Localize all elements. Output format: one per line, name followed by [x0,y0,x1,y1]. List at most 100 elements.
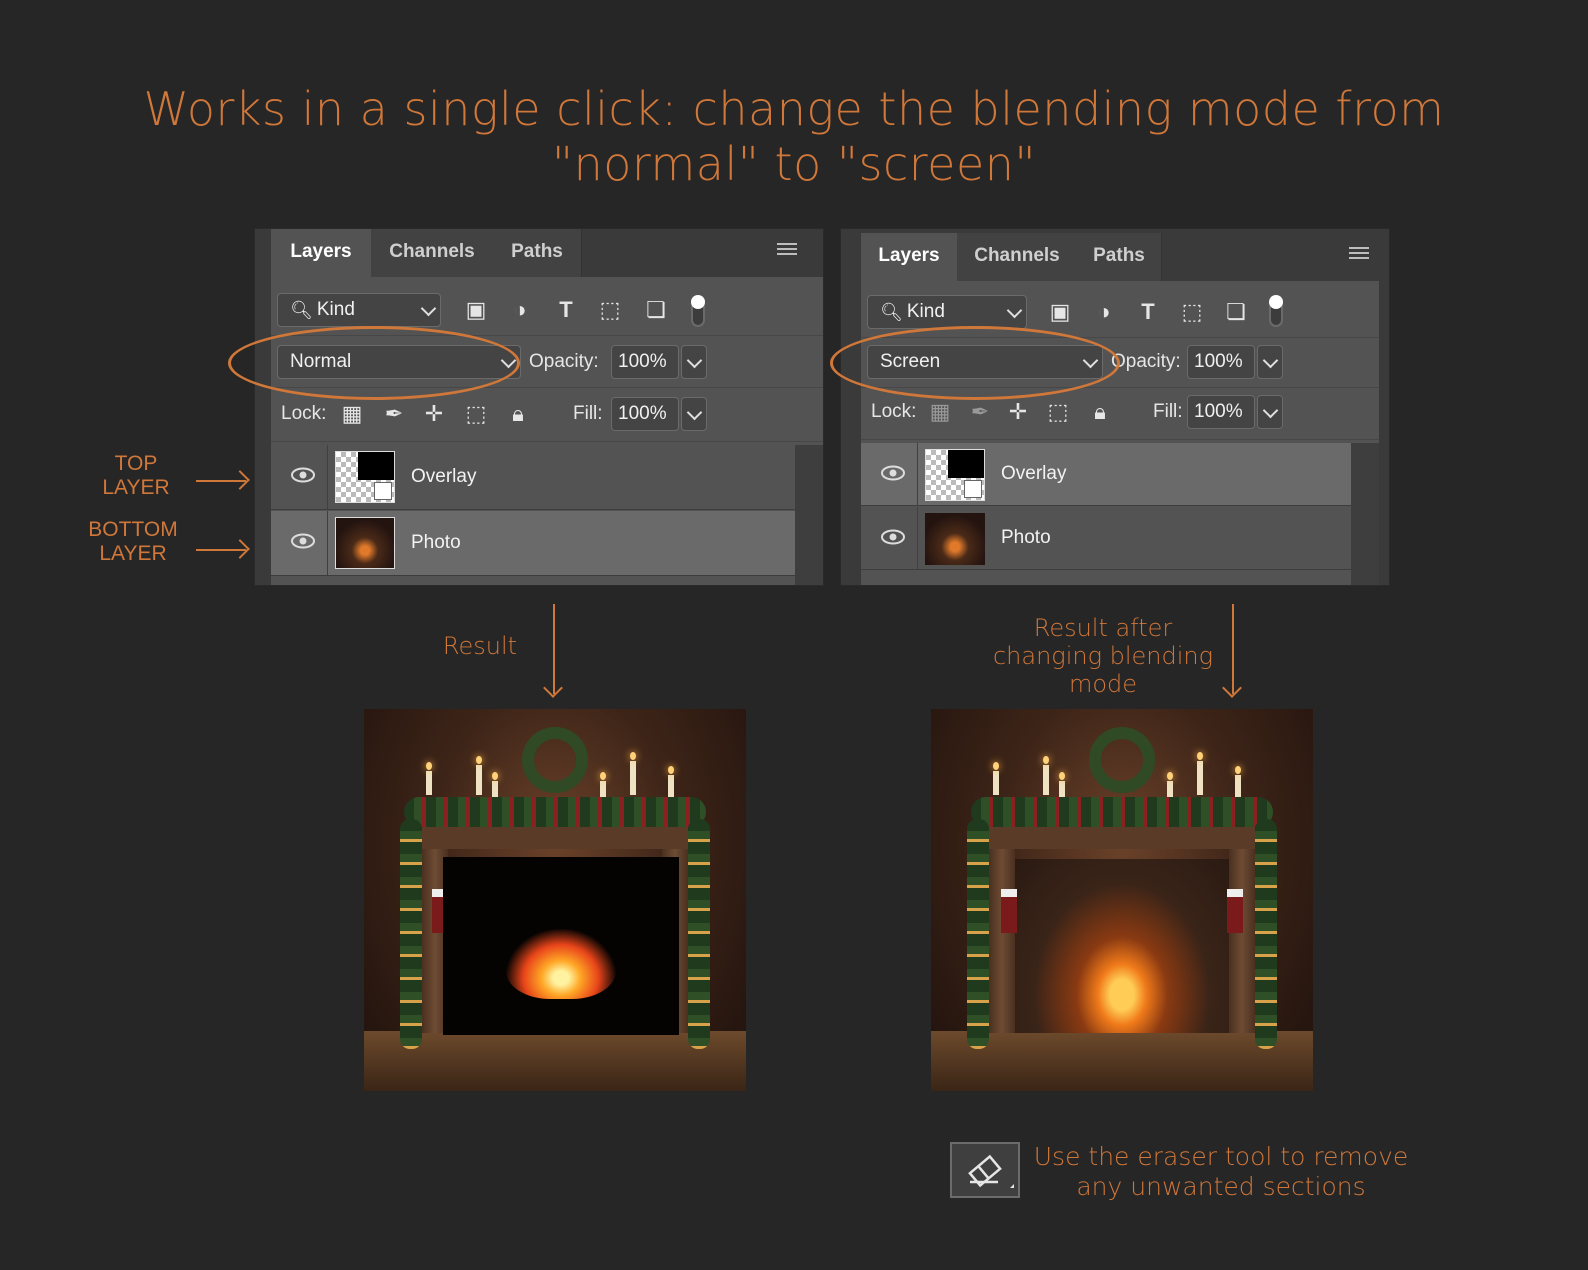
shape-filter-icon[interactable]: ⬚ [1179,299,1205,325]
bottom-layer-arrow [196,549,246,551]
layers-panel-left: Layers Channels Paths 🔍︎ Kind ▣ ◑ T ⬚ ❏ N… [254,228,824,586]
highlight-ellipse-screen [830,326,1120,400]
scrollbar[interactable] [1351,443,1379,585]
layer-thumbnail [925,449,985,501]
tab-channels[interactable]: Channels [371,229,494,277]
lock-artboard-icon[interactable]: ⬚ [1045,399,1071,425]
opacity-dropdown[interactable] [681,345,707,379]
type-filter-icon[interactable]: T [553,297,579,323]
lock-all-icon[interactable]: 🔒︎ [505,401,531,427]
lock-brush-icon[interactable]: ✒ [967,399,993,425]
lock-label: Lock: [281,403,327,424]
separator [327,511,328,575]
headline-line-1: Works in a single click: change the blen… [143,82,1445,136]
panel-tabs: Layers Channels Paths [255,229,823,277]
image-filter-icon[interactable]: ▣ [463,297,489,323]
layer-row-photo[interactable]: Photo [271,511,795,576]
fill-dropdown[interactable] [681,397,707,431]
filter-toggle-icon[interactable] [1269,295,1283,327]
lock-pixels-icon[interactable]: ▦ [927,399,953,425]
result-after-caption: Result after changing blending mode [980,614,1226,698]
lock-pixels-icon[interactable]: ▦ [339,401,365,427]
tab-paths[interactable]: Paths [1077,233,1162,281]
headline: Works in a single click: change the blen… [0,82,1588,192]
layer-thumbnail [925,513,985,565]
shape-filter-icon[interactable]: ⬚ [597,297,623,323]
layer-row-overlay[interactable]: Overlay [271,445,795,510]
fill-value: 100% [1194,401,1243,422]
chevron-down-icon [420,300,437,317]
opacity-value: 100% [618,351,667,372]
lock-move-icon[interactable]: ✛ [421,401,447,427]
opacity-dropdown[interactable] [1257,345,1283,379]
top-layer-label: TOP LAYER [94,452,178,500]
eraser-icon [968,1154,1014,1188]
panel-body: 🔍︎ Kind ▣ ◑ T ⬚ ❏ Normal Opacity: 100% Lo… [271,277,823,585]
image-filter-icon[interactable]: ▣ [1047,299,1073,325]
fill-input[interactable]: 100% [1187,395,1255,429]
kind-filter-select[interactable]: 🔍︎ Kind [277,293,441,327]
fill-dropdown[interactable] [1257,395,1283,429]
chevron-down-icon [1006,302,1023,319]
opacity-input[interactable]: 100% [1187,345,1255,379]
search-icon: 🔍︎ [290,299,313,320]
tab-paths[interactable]: Paths [493,229,582,277]
opacity-input[interactable]: 100% [611,345,679,379]
result-image-screen [931,709,1313,1091]
lock-move-icon[interactable]: ✛ [1005,399,1031,425]
headline-line-2: "normal" to "screen" [551,137,1037,191]
chevron-down-icon [686,404,703,421]
eye-icon[interactable] [881,465,905,481]
separator [917,507,918,569]
adjustment-filter-icon[interactable]: ◑ [507,297,533,323]
bottom-layer-label-line-1: BOTTOM [88,518,178,541]
panel-menu-icon[interactable] [1349,247,1369,261]
layer-row-photo[interactable]: Photo [861,507,1351,570]
overlay-black-area [443,857,679,1035]
result-caption: Result [442,632,518,660]
top-layer-label-line-1: TOP [114,452,158,475]
layers-panel-right: Layers Channels Paths 🔍︎ Kind ▣ ◑ T ⬚ ❏ S… [840,228,1390,586]
opacity-label: Opacity: [1111,351,1181,372]
fill-input[interactable]: 100% [611,397,679,431]
eraser-tool-button[interactable] [950,1142,1020,1198]
kind-label: Kind [316,299,355,320]
tab-layers[interactable]: Layers [861,233,958,281]
lock-artboard-icon[interactable]: ⬚ [463,401,489,427]
layer-thumbnail [335,451,395,503]
tab-channels[interactable]: Channels [957,233,1078,281]
result-arrow [553,604,555,694]
adjustment-filter-icon[interactable]: ◑ [1091,299,1117,325]
chevron-down-icon [1262,352,1279,369]
result-after-caption-line-1: Result after [1033,614,1173,642]
panel-tabs: Layers Channels Paths [841,229,1389,281]
type-filter-icon[interactable]: T [1135,299,1161,325]
eye-icon[interactable] [291,533,315,549]
layer-row-overlay[interactable]: Overlay [861,443,1351,506]
bottom-layer-label: BOTTOM LAYER [82,518,184,566]
lock-all-icon[interactable]: 🔒︎ [1087,399,1113,425]
result-after-caption-line-2: changing blending [992,642,1214,670]
chevron-down-icon [1262,402,1279,419]
separator [917,443,918,505]
highlight-ellipse-normal [228,326,520,400]
scrollbar[interactable] [795,445,823,585]
layer-name: Photo [411,532,461,553]
smart-object-filter-icon[interactable]: ❏ [1223,299,1249,325]
separator [327,445,328,509]
top-layer-arrow [196,480,246,482]
eye-icon[interactable] [291,467,315,483]
filter-toggle-icon[interactable] [691,295,705,327]
smart-object-filter-icon[interactable]: ❏ [643,297,669,323]
tab-layers[interactable]: Layers [271,229,372,277]
layer-thumbnail [335,517,395,569]
panel-menu-icon[interactable] [777,243,797,257]
layer-name: Photo [1001,527,1051,548]
fill-label: Fill: [573,403,603,424]
layers-list: Overlay Photo [861,443,1379,585]
smart-object-icon [374,482,392,500]
kind-filter-select[interactable]: 🔍︎ Kind [867,295,1027,329]
lock-label: Lock: [871,401,917,422]
eye-icon[interactable] [881,529,905,545]
lock-brush-icon[interactable]: ✒ [381,401,407,427]
